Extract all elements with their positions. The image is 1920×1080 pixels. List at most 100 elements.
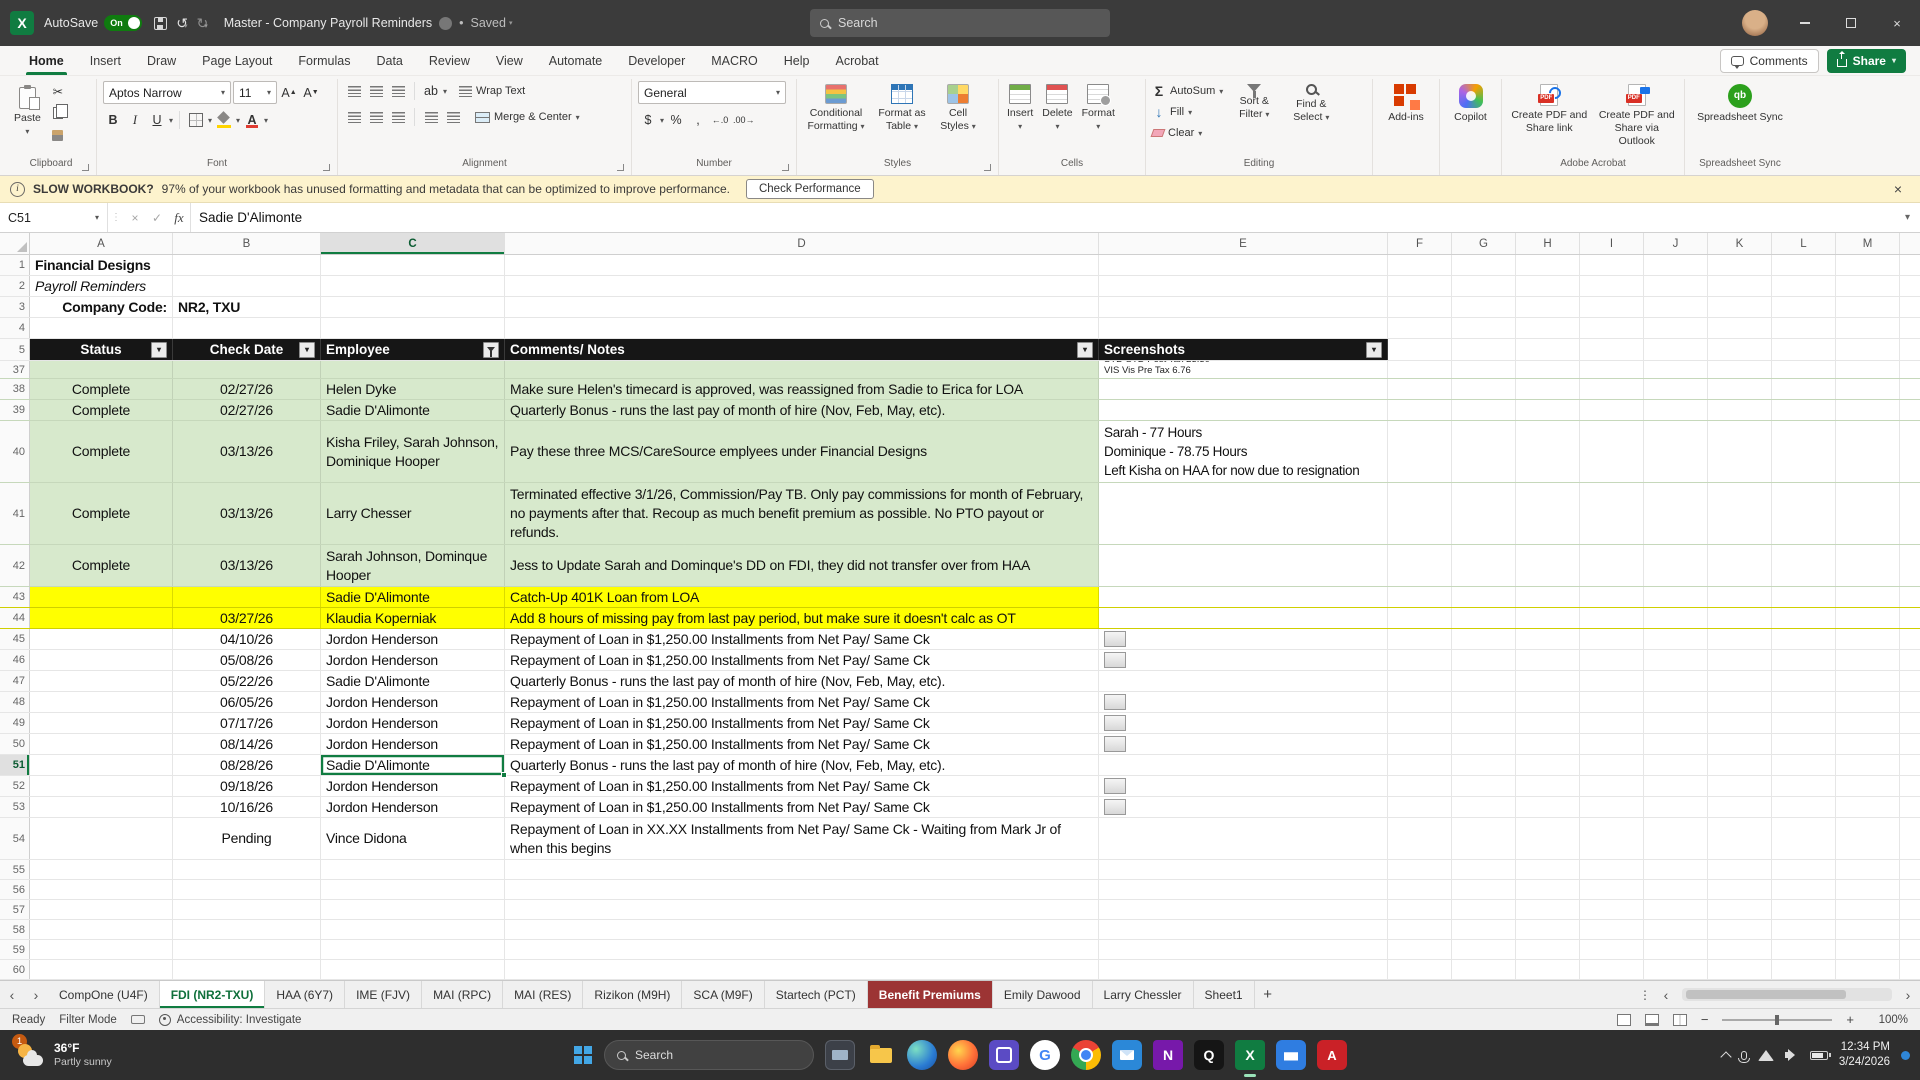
cell-E39[interactable] bbox=[1099, 400, 1388, 420]
ribbon-tab-draw[interactable]: Draw bbox=[134, 46, 189, 75]
row-header-56[interactable]: 56 bbox=[0, 880, 30, 899]
cell-E38[interactable] bbox=[1099, 379, 1388, 399]
row-header-43[interactable]: 43 bbox=[0, 587, 30, 607]
purple-app-icon[interactable] bbox=[989, 1040, 1019, 1070]
styles-dialog-launcher[interactable] bbox=[984, 164, 991, 171]
cell-B41[interactable]: 03/13/26 bbox=[173, 483, 321, 544]
borders-icon[interactable] bbox=[186, 110, 206, 130]
cell-B56[interactable] bbox=[173, 880, 321, 899]
row-header-51[interactable]: 51 bbox=[0, 755, 30, 775]
cell-E49[interactable] bbox=[1099, 713, 1388, 733]
excel-taskbar-icon[interactable]: X bbox=[1235, 1040, 1265, 1077]
format-as-table-button[interactable]: Format as Table ▾ bbox=[874, 81, 930, 133]
row-header-57[interactable]: 57 bbox=[0, 900, 30, 919]
cell-C52[interactable]: Jordon Henderson bbox=[321, 776, 505, 796]
bold-icon[interactable]: B bbox=[103, 110, 123, 130]
ribbon-tab-acrobat[interactable]: Acrobat bbox=[823, 46, 892, 75]
cell-C2[interactable] bbox=[321, 276, 505, 296]
empty-columns[interactable] bbox=[1388, 608, 1920, 628]
ribbon-tab-insert[interactable]: Insert bbox=[77, 46, 134, 75]
cell-A53[interactable] bbox=[30, 797, 173, 817]
column-header-I[interactable]: I bbox=[1580, 233, 1644, 254]
row-header-54[interactable]: 54 bbox=[0, 818, 30, 859]
tray-expand-icon[interactable] bbox=[1720, 1051, 1732, 1063]
row-header-53[interactable]: 53 bbox=[0, 797, 30, 817]
edge-icon[interactable] bbox=[907, 1040, 937, 1070]
autosave-switch[interactable]: On bbox=[104, 15, 143, 31]
cell-E2[interactable] bbox=[1099, 276, 1388, 296]
cell-D46[interactable]: Repayment of Loan in $1,250.00 Installme… bbox=[505, 650, 1099, 670]
ribbon-tab-home[interactable]: Home bbox=[16, 46, 77, 75]
keyboard-icon[interactable] bbox=[130, 1015, 145, 1024]
microphone-icon[interactable] bbox=[1737, 1050, 1750, 1063]
weather-widget[interactable]: 1 36°F Partly sunny bbox=[8, 1030, 120, 1080]
cell-B59[interactable] bbox=[173, 940, 321, 959]
sheet-tab-emily-dawood[interactable]: Emily Dawood bbox=[993, 981, 1093, 1008]
save-icon[interactable] bbox=[154, 16, 168, 30]
row-header-48[interactable]: 48 bbox=[0, 692, 30, 712]
filter-dropdown-button[interactable]: ▾ bbox=[1077, 341, 1093, 358]
copilot-button[interactable]: Copilot bbox=[1452, 81, 1489, 124]
spreadsheet-sync-button[interactable]: qb Spreadsheet Sync bbox=[1695, 81, 1785, 124]
user-avatar[interactable] bbox=[1742, 10, 1768, 36]
ribbon-tab-developer[interactable]: Developer bbox=[615, 46, 698, 75]
cell-E59[interactable] bbox=[1099, 940, 1388, 959]
new-sheet-button[interactable]: + bbox=[1255, 981, 1281, 1008]
name-box-dropdown-icon[interactable]: ▾ bbox=[95, 213, 99, 222]
empty-columns[interactable] bbox=[1388, 587, 1920, 607]
cell-A40[interactable]: Complete bbox=[30, 421, 173, 482]
cell-A59[interactable] bbox=[30, 940, 173, 959]
clear-button[interactable]: Clear ▾ bbox=[1150, 123, 1223, 143]
cell-A52[interactable] bbox=[30, 776, 173, 796]
notification-badge[interactable] bbox=[1901, 1050, 1910, 1060]
cell-C50[interactable]: Jordon Henderson bbox=[321, 734, 505, 754]
filter-dropdown-button[interactable]: ▾ bbox=[151, 341, 167, 358]
align-right-icon[interactable] bbox=[388, 107, 408, 127]
empty-columns[interactable] bbox=[1388, 650, 1920, 670]
cell-B2[interactable] bbox=[173, 276, 321, 296]
row-header-5[interactable]: 5 bbox=[0, 339, 30, 360]
cell-C55[interactable] bbox=[321, 860, 505, 879]
cell-E43[interactable] bbox=[1099, 587, 1388, 607]
decrease-font-icon[interactable]: A ▼ bbox=[301, 83, 321, 103]
create-pdf-share-link-button[interactable]: Create PDF and Share link bbox=[1508, 81, 1591, 135]
ribbon-tab-data[interactable]: Data bbox=[363, 46, 415, 75]
column-header-H[interactable]: H bbox=[1516, 233, 1580, 254]
cell-A50[interactable] bbox=[30, 734, 173, 754]
row-header-1[interactable]: 1 bbox=[0, 255, 30, 275]
cell-D42[interactable]: Jess to Update Sarah and Dominque's DD o… bbox=[505, 545, 1099, 586]
empty-columns[interactable] bbox=[1388, 692, 1920, 712]
taskbar-clock[interactable]: 12:34 PM 3/24/2026 bbox=[1839, 1040, 1890, 1070]
cell-B52[interactable]: 09/18/26 bbox=[173, 776, 321, 796]
align-left-icon[interactable] bbox=[344, 107, 364, 127]
cell-E37[interactable]: STD STD Post Tax 23.30VIS Vis Pre Tax 6.… bbox=[1099, 361, 1388, 378]
cell-A3[interactable]: Company Code: bbox=[30, 297, 173, 317]
empty-columns[interactable] bbox=[1388, 318, 1920, 338]
screenshot-thumbnail[interactable] bbox=[1104, 715, 1126, 731]
cell-C48[interactable]: Jordon Henderson bbox=[321, 692, 505, 712]
cell-B55[interactable] bbox=[173, 860, 321, 879]
decrease-indent-icon[interactable] bbox=[421, 107, 441, 127]
firefox-icon[interactable] bbox=[948, 1040, 978, 1070]
google-icon[interactable]: G bbox=[1030, 1040, 1060, 1070]
cell-A60[interactable] bbox=[30, 960, 173, 979]
name-box[interactable]: C51 ▾ bbox=[0, 203, 108, 232]
accounting-dropdown-icon[interactable]: ▾ bbox=[660, 116, 664, 125]
cell-A43[interactable] bbox=[30, 587, 173, 607]
screenshot-thumbnail[interactable] bbox=[1104, 694, 1126, 710]
empty-columns[interactable] bbox=[1388, 629, 1920, 649]
saved-status[interactable]: Saved bbox=[471, 16, 506, 30]
cell-A39[interactable]: Complete bbox=[30, 400, 173, 420]
underline-icon[interactable]: U bbox=[147, 110, 167, 130]
battery-icon[interactable] bbox=[1809, 1050, 1831, 1060]
hscroll-thumb[interactable] bbox=[1686, 990, 1846, 999]
column-header-J[interactable]: J bbox=[1644, 233, 1708, 254]
cell-D3[interactable] bbox=[505, 297, 1099, 317]
check-performance-button[interactable]: Check Performance bbox=[745, 179, 874, 199]
addins-button[interactable]: Add-ins bbox=[1386, 81, 1426, 124]
filter-applied-button[interactable] bbox=[483, 341, 499, 358]
cell-E3[interactable] bbox=[1099, 297, 1388, 317]
row-header-47[interactable]: 47 bbox=[0, 671, 30, 691]
empty-columns[interactable] bbox=[1388, 776, 1920, 796]
cell-D49[interactable]: Repayment of Loan in $1,250.00 Installme… bbox=[505, 713, 1099, 733]
